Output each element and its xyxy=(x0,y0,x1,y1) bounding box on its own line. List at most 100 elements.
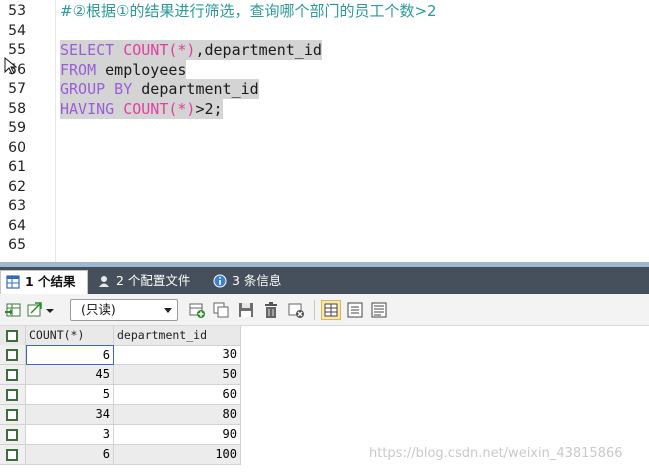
row-selector[interactable] xyxy=(0,405,26,425)
sql-identifier: ,department_id xyxy=(195,41,322,59)
row-checkbox-icon xyxy=(6,409,18,421)
column-header[interactable]: COUNT(*) xyxy=(26,326,114,346)
grid-view-icon[interactable] xyxy=(321,300,341,320)
department-id-cell[interactable]: 80 xyxy=(114,405,241,425)
row-selector[interactable] xyxy=(0,365,26,385)
cancel-changes-icon[interactable] xyxy=(287,301,305,319)
line-number: 58 xyxy=(8,101,26,117)
sql-keyword: GROUP BY xyxy=(60,80,133,98)
line-number: 60 xyxy=(8,140,26,156)
row-selector[interactable] xyxy=(0,345,26,365)
editor-line: 56 FROM employees xyxy=(0,60,649,80)
row-selector[interactable] xyxy=(0,385,26,405)
count-cell[interactable]: 45 xyxy=(26,365,114,385)
select-all-cell[interactable] xyxy=(0,326,26,346)
sql-identifier: >2; xyxy=(195,100,223,118)
editor-line: 60 xyxy=(0,138,649,158)
form-view-icon[interactable] xyxy=(346,301,364,319)
table-row[interactable]: 6 30 xyxy=(0,345,241,365)
editor-line: 63 xyxy=(0,196,649,216)
count-cell[interactable]: 34 xyxy=(26,405,114,425)
row-checkbox-icon xyxy=(6,330,18,342)
tab-label: 2 个配置文件 xyxy=(116,273,191,288)
tab-messages[interactable]: 3 条信息 xyxy=(208,270,292,294)
count-cell[interactable]: 6 xyxy=(26,345,114,365)
row-checkbox-icon xyxy=(6,369,18,381)
mouse-cursor-icon xyxy=(4,56,17,75)
department-id-cell[interactable]: 30 xyxy=(114,345,241,365)
department-id-cell[interactable]: 90 xyxy=(114,425,241,445)
editor-line: 64 xyxy=(0,216,649,236)
line-number: 65 xyxy=(8,237,26,253)
results-toolbar: (只读) xyxy=(0,294,649,326)
duplicate-row-icon[interactable] xyxy=(212,301,230,319)
row-checkbox-icon xyxy=(6,349,18,361)
sql-editor[interactable]: 53 #②根据①的结果进行筛选，查询哪个部门的员工个数>2 54 55 SELE… xyxy=(0,0,649,264)
table-row[interactable]: 5 60 xyxy=(0,385,241,405)
column-header[interactable]: department_id xyxy=(114,326,241,346)
row-checkbox-icon xyxy=(6,389,18,401)
tab-profiles[interactable]: 2 个配置文件 xyxy=(92,270,204,294)
editor-line: 53 #②根据①的结果进行筛选，查询哪个部门的员工个数>2 xyxy=(0,1,649,21)
sql-function-args: (*) xyxy=(168,100,196,118)
sql-comment: #②根据①的结果进行筛选，查询哪个部门的员工个数>2 xyxy=(60,2,437,20)
line-number: 63 xyxy=(8,198,26,214)
sql-identifier: department_id xyxy=(132,80,259,98)
sql-keyword: SELECT xyxy=(60,41,115,59)
count-cell[interactable]: 6 xyxy=(26,445,114,465)
department-id-cell[interactable]: 100 xyxy=(114,445,241,465)
count-cell[interactable]: 5 xyxy=(26,385,114,405)
count-cell[interactable]: 3 xyxy=(26,425,114,445)
editor-line: 57 GROUP BY department_id xyxy=(0,79,649,99)
selected-code: FROM employees xyxy=(60,60,187,80)
editor-line: 65 xyxy=(0,235,649,255)
text-view-icon[interactable] xyxy=(370,301,388,319)
info-icon xyxy=(213,274,227,288)
add-row-icon[interactable] xyxy=(188,301,206,319)
table-row[interactable]: 34 80 xyxy=(0,405,241,425)
select-value: (只读) xyxy=(81,302,116,317)
line-number: 61 xyxy=(8,159,26,175)
editor-line: 61 xyxy=(0,157,649,177)
sql-keyword: HAVING xyxy=(60,100,115,118)
watermark-text: https://blog.csdn.net/weixin_43815866 xyxy=(369,446,623,461)
line-number: 59 xyxy=(8,120,26,136)
editor-line: 55 SELECT COUNT(*),department_id xyxy=(0,40,649,60)
grid-icon xyxy=(6,275,20,289)
row-selector[interactable] xyxy=(0,445,26,465)
editor-line: 59 xyxy=(0,118,649,138)
delete-icon[interactable] xyxy=(262,301,280,319)
tab-label: 3 条信息 xyxy=(232,273,282,288)
table-row[interactable]: 3 90 xyxy=(0,425,241,445)
department-id-cell[interactable]: 50 xyxy=(114,365,241,385)
row-checkbox-icon xyxy=(6,449,18,461)
row-selector[interactable] xyxy=(0,425,26,445)
import-icon[interactable] xyxy=(26,301,44,319)
selected-code: SELECT COUNT(*),department_id xyxy=(60,40,322,60)
line-number: 53 xyxy=(8,3,26,19)
table-row[interactable]: 6 100 xyxy=(0,445,241,465)
sql-keyword: FROM xyxy=(60,61,97,79)
line-number: 57 xyxy=(8,81,26,97)
tab-results[interactable]: 1 个结果 xyxy=(0,270,88,294)
line-number: 54 xyxy=(8,23,26,39)
sql-function: COUNT xyxy=(123,100,169,118)
editor-line: 54 xyxy=(0,21,649,41)
results-tabbar: 1 个结果 2 个配置文件 3 条信息 xyxy=(0,267,649,294)
row-checkbox-icon xyxy=(6,429,18,441)
editor-line: 62 xyxy=(0,177,649,197)
sql-function-args: (*) xyxy=(168,41,196,59)
save-icon[interactable] xyxy=(237,301,255,319)
selected-code: GROUP BY department_id xyxy=(60,79,259,99)
table-row[interactable]: 45 50 xyxy=(0,365,241,385)
department-id-cell[interactable]: 60 xyxy=(114,385,241,405)
read-only-mode-select[interactable]: (只读) xyxy=(70,299,178,321)
sql-function: COUNT xyxy=(123,41,169,59)
chevron-down-icon[interactable] xyxy=(45,301,55,319)
sql-identifier: employees xyxy=(96,61,187,79)
profile-icon xyxy=(99,276,109,287)
line-number: 64 xyxy=(8,218,26,234)
export-grid-icon[interactable] xyxy=(4,301,22,319)
tab-label: 1 个结果 xyxy=(25,274,76,289)
grid-header-row: COUNT(*) department_id xyxy=(0,326,241,346)
